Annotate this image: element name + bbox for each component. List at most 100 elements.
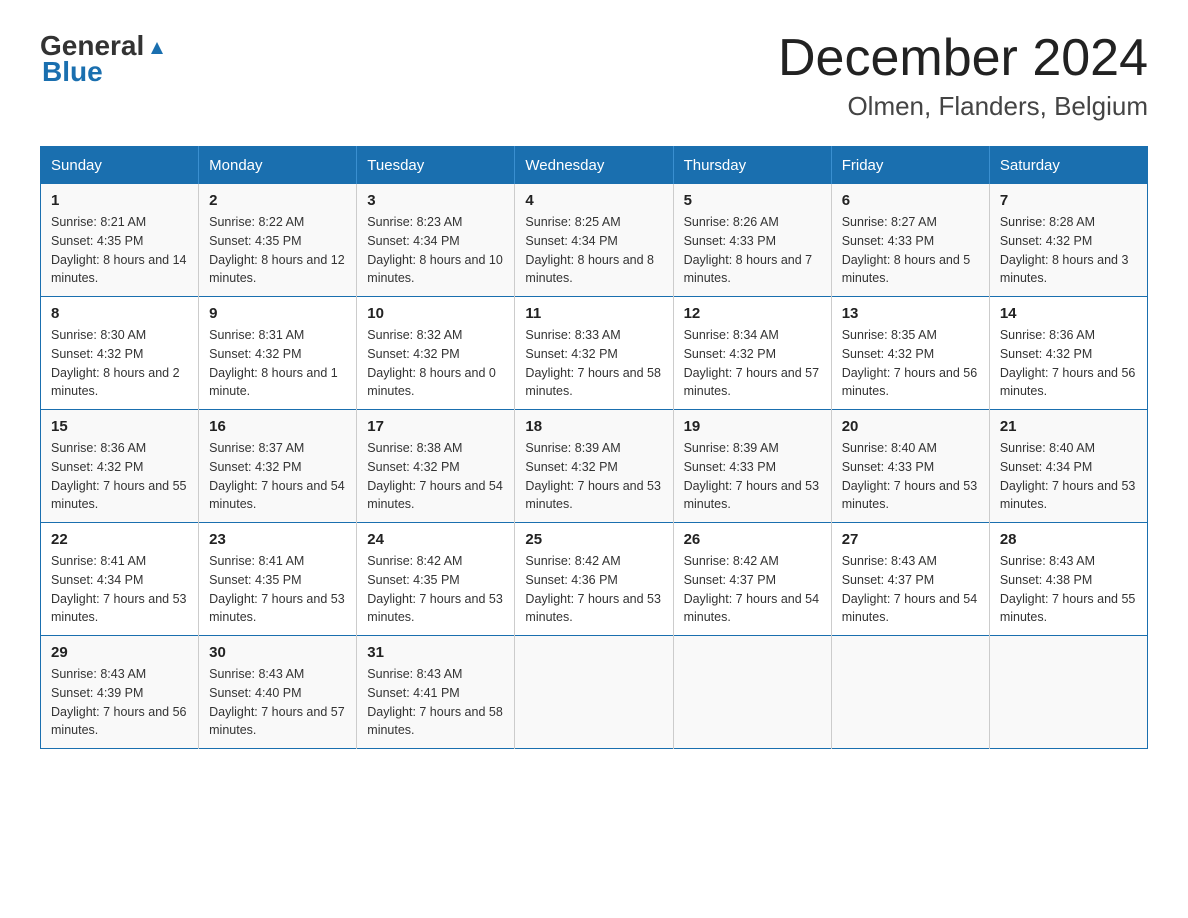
weekday-header-tuesday: Tuesday <box>357 147 515 185</box>
day-number: 11 <box>525 305 662 322</box>
calendar-cell: 9 Sunrise: 8:31 AMSunset: 4:32 PMDayligh… <box>199 297 357 410</box>
day-info: Sunrise: 8:22 AMSunset: 4:35 PMDaylight:… <box>209 213 346 288</box>
day-info: Sunrise: 8:36 AMSunset: 4:32 PMDaylight:… <box>51 439 188 514</box>
logo: General Blue <box>40 30 168 88</box>
day-info: Sunrise: 8:43 AMSunset: 4:41 PMDaylight:… <box>367 665 504 740</box>
day-number: 3 <box>367 192 504 209</box>
day-info: Sunrise: 8:28 AMSunset: 4:32 PMDaylight:… <box>1000 213 1137 288</box>
day-number: 24 <box>367 531 504 548</box>
page-header: General Blue December 2024 Olmen, Flande… <box>40 30 1148 122</box>
calendar-cell: 29 Sunrise: 8:43 AMSunset: 4:39 PMDaylig… <box>41 636 199 749</box>
day-number: 25 <box>525 531 662 548</box>
day-info: Sunrise: 8:21 AMSunset: 4:35 PMDaylight:… <box>51 213 188 288</box>
day-info: Sunrise: 8:23 AMSunset: 4:34 PMDaylight:… <box>367 213 504 288</box>
day-info: Sunrise: 8:34 AMSunset: 4:32 PMDaylight:… <box>684 326 821 401</box>
calendar-cell: 3 Sunrise: 8:23 AMSunset: 4:34 PMDayligh… <box>357 184 515 297</box>
day-number: 31 <box>367 644 504 661</box>
day-info: Sunrise: 8:33 AMSunset: 4:32 PMDaylight:… <box>525 326 662 401</box>
logo-blue-text: Blue <box>42 56 103 88</box>
calendar-week-row: 22 Sunrise: 8:41 AMSunset: 4:34 PMDaylig… <box>41 523 1148 636</box>
day-number: 28 <box>1000 531 1137 548</box>
day-number: 10 <box>367 305 504 322</box>
calendar-cell: 13 Sunrise: 8:35 AMSunset: 4:32 PMDaylig… <box>831 297 989 410</box>
day-info: Sunrise: 8:37 AMSunset: 4:32 PMDaylight:… <box>209 439 346 514</box>
day-number: 19 <box>684 418 821 435</box>
day-number: 17 <box>367 418 504 435</box>
calendar-cell: 28 Sunrise: 8:43 AMSunset: 4:38 PMDaylig… <box>989 523 1147 636</box>
calendar-cell: 23 Sunrise: 8:41 AMSunset: 4:35 PMDaylig… <box>199 523 357 636</box>
month-title: December 2024 <box>778 30 1148 87</box>
day-info: Sunrise: 8:40 AMSunset: 4:34 PMDaylight:… <box>1000 439 1137 514</box>
calendar-cell: 12 Sunrise: 8:34 AMSunset: 4:32 PMDaylig… <box>673 297 831 410</box>
weekday-header-sunday: Sunday <box>41 147 199 185</box>
day-info: Sunrise: 8:25 AMSunset: 4:34 PMDaylight:… <box>525 213 662 288</box>
day-number: 12 <box>684 305 821 322</box>
calendar-week-row: 1 Sunrise: 8:21 AMSunset: 4:35 PMDayligh… <box>41 184 1148 297</box>
calendar-cell <box>673 636 831 749</box>
day-info: Sunrise: 8:30 AMSunset: 4:32 PMDaylight:… <box>51 326 188 401</box>
calendar-cell: 31 Sunrise: 8:43 AMSunset: 4:41 PMDaylig… <box>357 636 515 749</box>
day-number: 20 <box>842 418 979 435</box>
calendar-cell: 17 Sunrise: 8:38 AMSunset: 4:32 PMDaylig… <box>357 410 515 523</box>
calendar-cell: 21 Sunrise: 8:40 AMSunset: 4:34 PMDaylig… <box>989 410 1147 523</box>
calendar-cell: 19 Sunrise: 8:39 AMSunset: 4:33 PMDaylig… <box>673 410 831 523</box>
calendar-cell: 16 Sunrise: 8:37 AMSunset: 4:32 PMDaylig… <box>199 410 357 523</box>
calendar-cell: 7 Sunrise: 8:28 AMSunset: 4:32 PMDayligh… <box>989 184 1147 297</box>
calendar-cell: 25 Sunrise: 8:42 AMSunset: 4:36 PMDaylig… <box>515 523 673 636</box>
calendar-cell: 8 Sunrise: 8:30 AMSunset: 4:32 PMDayligh… <box>41 297 199 410</box>
calendar-cell: 1 Sunrise: 8:21 AMSunset: 4:35 PMDayligh… <box>41 184 199 297</box>
calendar-cell: 5 Sunrise: 8:26 AMSunset: 4:33 PMDayligh… <box>673 184 831 297</box>
weekday-header-thursday: Thursday <box>673 147 831 185</box>
day-info: Sunrise: 8:40 AMSunset: 4:33 PMDaylight:… <box>842 439 979 514</box>
day-info: Sunrise: 8:32 AMSunset: 4:32 PMDaylight:… <box>367 326 504 401</box>
day-info: Sunrise: 8:35 AMSunset: 4:32 PMDaylight:… <box>842 326 979 401</box>
calendar-cell <box>515 636 673 749</box>
day-info: Sunrise: 8:43 AMSunset: 4:39 PMDaylight:… <box>51 665 188 740</box>
day-number: 16 <box>209 418 346 435</box>
day-info: Sunrise: 8:41 AMSunset: 4:34 PMDaylight:… <box>51 552 188 627</box>
calendar-table: SundayMondayTuesdayWednesdayThursdayFrid… <box>40 146 1148 749</box>
calendar-cell <box>989 636 1147 749</box>
calendar-cell: 15 Sunrise: 8:36 AMSunset: 4:32 PMDaylig… <box>41 410 199 523</box>
calendar-cell: 30 Sunrise: 8:43 AMSunset: 4:40 PMDaylig… <box>199 636 357 749</box>
calendar-cell: 18 Sunrise: 8:39 AMSunset: 4:32 PMDaylig… <box>515 410 673 523</box>
day-info: Sunrise: 8:41 AMSunset: 4:35 PMDaylight:… <box>209 552 346 627</box>
day-number: 7 <box>1000 192 1137 209</box>
calendar-cell: 27 Sunrise: 8:43 AMSunset: 4:37 PMDaylig… <box>831 523 989 636</box>
calendar-cell <box>831 636 989 749</box>
day-info: Sunrise: 8:36 AMSunset: 4:32 PMDaylight:… <box>1000 326 1137 401</box>
day-number: 29 <box>51 644 188 661</box>
weekday-header-monday: Monday <box>199 147 357 185</box>
day-info: Sunrise: 8:43 AMSunset: 4:37 PMDaylight:… <box>842 552 979 627</box>
day-info: Sunrise: 8:42 AMSunset: 4:37 PMDaylight:… <box>684 552 821 627</box>
day-number: 2 <box>209 192 346 209</box>
day-info: Sunrise: 8:31 AMSunset: 4:32 PMDaylight:… <box>209 326 346 401</box>
calendar-cell: 26 Sunrise: 8:42 AMSunset: 4:37 PMDaylig… <box>673 523 831 636</box>
day-number: 26 <box>684 531 821 548</box>
day-info: Sunrise: 8:39 AMSunset: 4:33 PMDaylight:… <box>684 439 821 514</box>
day-number: 4 <box>525 192 662 209</box>
day-info: Sunrise: 8:39 AMSunset: 4:32 PMDaylight:… <box>525 439 662 514</box>
day-number: 1 <box>51 192 188 209</box>
day-number: 18 <box>525 418 662 435</box>
weekday-header-friday: Friday <box>831 147 989 185</box>
day-number: 30 <box>209 644 346 661</box>
weekday-header-wednesday: Wednesday <box>515 147 673 185</box>
day-info: Sunrise: 8:38 AMSunset: 4:32 PMDaylight:… <box>367 439 504 514</box>
day-number: 27 <box>842 531 979 548</box>
location-title: Olmen, Flanders, Belgium <box>778 91 1148 122</box>
day-number: 15 <box>51 418 188 435</box>
calendar-week-row: 15 Sunrise: 8:36 AMSunset: 4:32 PMDaylig… <box>41 410 1148 523</box>
calendar-cell: 6 Sunrise: 8:27 AMSunset: 4:33 PMDayligh… <box>831 184 989 297</box>
weekday-header-row: SundayMondayTuesdayWednesdayThursdayFrid… <box>41 147 1148 185</box>
day-number: 14 <box>1000 305 1137 322</box>
day-info: Sunrise: 8:42 AMSunset: 4:36 PMDaylight:… <box>525 552 662 627</box>
day-info: Sunrise: 8:43 AMSunset: 4:38 PMDaylight:… <box>1000 552 1137 627</box>
calendar-cell: 22 Sunrise: 8:41 AMSunset: 4:34 PMDaylig… <box>41 523 199 636</box>
calendar-cell: 11 Sunrise: 8:33 AMSunset: 4:32 PMDaylig… <box>515 297 673 410</box>
calendar-cell: 14 Sunrise: 8:36 AMSunset: 4:32 PMDaylig… <box>989 297 1147 410</box>
logo-triangle-icon <box>146 36 168 58</box>
calendar-cell: 10 Sunrise: 8:32 AMSunset: 4:32 PMDaylig… <box>357 297 515 410</box>
weekday-header-saturday: Saturday <box>989 147 1147 185</box>
calendar-cell: 20 Sunrise: 8:40 AMSunset: 4:33 PMDaylig… <box>831 410 989 523</box>
